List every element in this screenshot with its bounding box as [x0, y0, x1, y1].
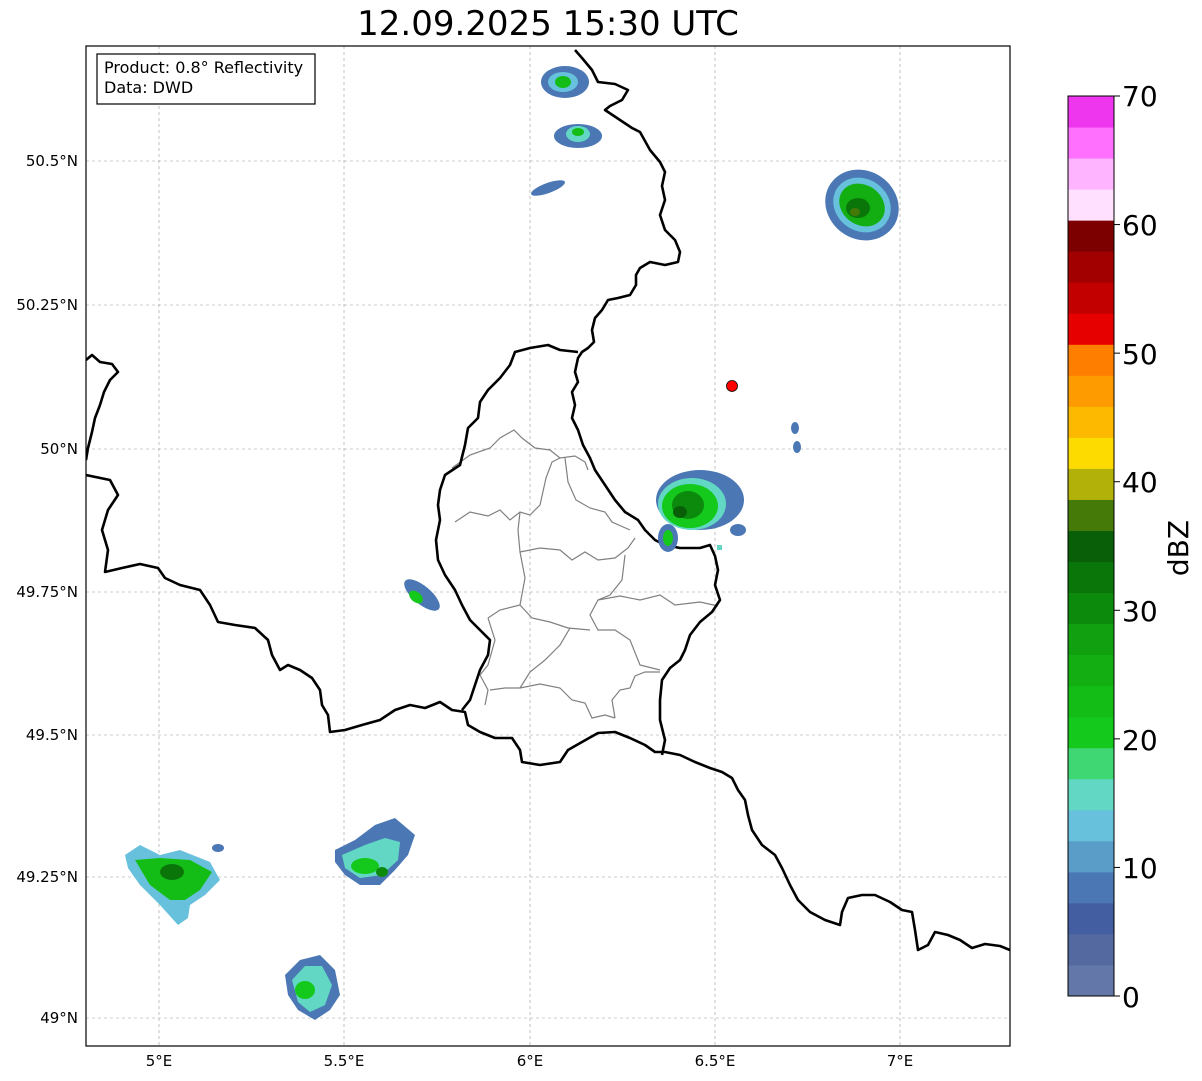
colorbar-tick-label: 10: [1122, 852, 1158, 885]
colorbar-segment: [1068, 282, 1114, 314]
colorbar-tick-label: 40: [1122, 466, 1158, 499]
y-tick-label: 50.25°N: [16, 296, 78, 314]
y-tick-label: 50°N: [40, 440, 78, 458]
colorbar-segment: [1068, 437, 1114, 469]
colorbar-segment: [1068, 96, 1114, 128]
colorbar-segment: [1068, 902, 1114, 935]
colorbar-segment: [1068, 964, 1114, 997]
radar-figure: Product: 0.8° Reflectivity Data: DWD 5°E…: [16, 45, 1195, 1070]
colorbar-segment: [1068, 313, 1114, 345]
colorbar-unit-label: dBZ: [1162, 520, 1195, 576]
colorbar-segment: [1068, 375, 1114, 407]
x-axis-ticks: 5°E 5.5°E 6°E 6.5°E 7°E: [146, 1052, 914, 1070]
colorbar: [1067, 95, 1120, 997]
colorbar-segment: [1068, 189, 1114, 221]
colorbar-segment: [1068, 158, 1114, 190]
colorbar-segment: [1068, 561, 1114, 594]
colorbar-segment: [1068, 871, 1114, 904]
colorbar-segment: [1068, 468, 1114, 500]
x-tick-label: 5°E: [146, 1052, 173, 1070]
colorbar-tick-label: 20: [1122, 724, 1158, 757]
colorbar-segment: [1068, 654, 1114, 687]
colorbar-segment: [1068, 499, 1114, 531]
colorbar-segment: [1068, 716, 1114, 749]
colorbar-segment: [1068, 127, 1114, 159]
x-tick-label: 7°E: [887, 1052, 914, 1070]
colorbar-segment: [1068, 778, 1114, 811]
y-tick-label: 50.5°N: [26, 152, 78, 170]
info-data-source: Data: DWD: [104, 78, 193, 97]
colorbar-segment: [1068, 809, 1114, 842]
colorbar-tick-label: 0: [1122, 981, 1140, 1014]
colorbar-segment: [1068, 344, 1114, 376]
colorbar-segment: [1068, 747, 1114, 780]
colorbar-segment: [1068, 592, 1114, 625]
colorbar-segment: [1068, 406, 1114, 438]
y-tick-label: 49.25°N: [16, 868, 78, 886]
colorbar-tick-label: 50: [1122, 338, 1158, 371]
x-tick-label: 6.5°E: [695, 1052, 736, 1070]
info-box: Product: 0.8° Reflectivity Data: DWD: [96, 53, 316, 105]
colorbar-segment: [1068, 840, 1114, 873]
info-product: Product: 0.8° Reflectivity: [104, 58, 303, 77]
x-tick-label: 5.5°E: [324, 1052, 365, 1070]
y-tick-label: 49.75°N: [16, 583, 78, 601]
colorbar-tick-label: 60: [1122, 209, 1158, 242]
colorbar-segment: [1068, 530, 1114, 563]
colorbar-segment: [1068, 251, 1114, 283]
radar-site-marker: [726, 380, 738, 392]
x-tick-label: 6°E: [517, 1052, 544, 1070]
y-tick-label: 49°N: [40, 1009, 78, 1027]
colorbar-tick-label: 30: [1122, 595, 1158, 628]
echo-cell-top-left: [541, 66, 589, 98]
colorbar-tick-label: 70: [1122, 80, 1158, 113]
colorbar-segment: [1068, 220, 1114, 252]
y-tick-label: 49.5°N: [26, 726, 78, 744]
colorbar-segment: [1068, 623, 1114, 656]
colorbar-segment: [1068, 933, 1114, 966]
y-axis-ticks: 50.5°N 50.25°N 50°N 49.75°N 49.5°N 49.25…: [16, 152, 78, 1027]
colorbar-ticks: 0 10 20 30 40 50 60 70: [1122, 80, 1158, 1014]
colorbar-segment: [1068, 685, 1114, 718]
